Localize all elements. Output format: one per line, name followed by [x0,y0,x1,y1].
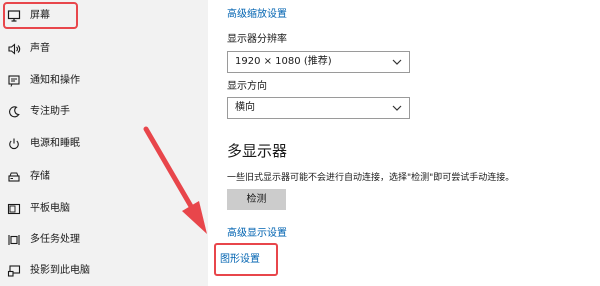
moon-icon [7,105,21,119]
sidebar-item-label: 专注助手 [30,106,70,117]
multi-display-description: 一些旧式显示器可能不会进行自动连接，选择"检测"即可尝试手动连接。 [227,173,515,183]
tablet-icon [7,202,21,216]
sidebar-item-label: 通知和操作 [30,75,80,86]
advanced-scaling-link[interactable]: 高级缩放设置 [227,8,287,22]
sidebar-item-project-to-pc[interactable]: 投影到此电脑 [0,260,208,284]
sidebar-item-label: 投影到此电脑 [30,265,90,276]
sidebar-item-label: 平板电脑 [30,203,70,214]
highlight-box-display [3,2,78,29]
storage-icon [7,170,21,184]
notification-icon [7,74,21,88]
detect-button[interactable]: 检测 [227,189,286,210]
sidebar-item-label: 电源和睡眠 [30,138,80,149]
resolution-value: 1920 × 1080 (推荐) [235,56,332,67]
chevron-down-icon [392,59,402,65]
multi-display-heading: 多显示器 [227,142,288,160]
sidebar-item-notifications[interactable]: 通知和操作 [0,70,208,94]
multitask-icon [7,233,21,247]
sidebar-item-storage[interactable]: 存储 [0,166,208,190]
power-icon [7,137,21,151]
project-icon [7,264,21,278]
sidebar-item-label: 存储 [30,171,50,182]
sidebar-item-label: 声音 [30,43,50,54]
sidebar: 屏幕 声音 通知和操作 专注助手 电源和睡眠 存储 平板电脑 多任务处理 投影到… [0,0,208,286]
sidebar-item-sound[interactable]: 声音 [0,38,208,62]
resolution-dropdown[interactable]: 1920 × 1080 (推荐) [227,51,410,73]
sidebar-item-multitasking[interactable]: 多任务处理 [0,229,208,253]
resolution-label: 显示器分辨率 [227,34,287,45]
speaker-icon [7,42,21,56]
orientation-dropdown[interactable]: 横向 [227,97,410,119]
orientation-label: 显示方向 [227,81,267,92]
sidebar-item-tablet[interactable]: 平板电脑 [0,198,208,222]
advanced-display-settings-link[interactable]: 高级显示设置 [227,227,287,241]
orientation-value: 横向 [235,102,255,113]
sidebar-item-label: 多任务处理 [30,234,80,245]
sidebar-item-focus-assist[interactable]: 专注助手 [0,101,208,125]
sidebar-item-power-sleep[interactable]: 电源和睡眠 [0,133,208,157]
highlight-box-graphics-settings [214,243,278,276]
chevron-down-icon [392,105,402,111]
